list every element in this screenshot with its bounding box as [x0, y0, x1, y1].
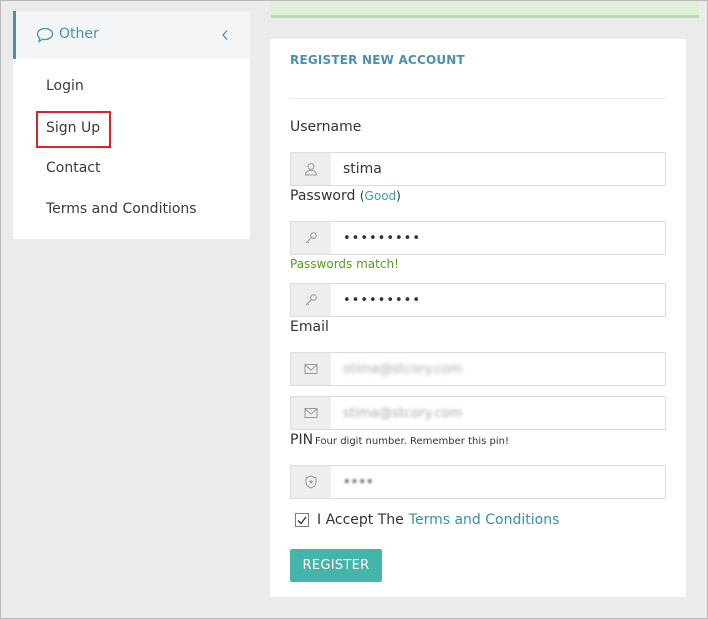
username-label: Username — [290, 119, 362, 135]
email-input[interactable] — [331, 353, 665, 385]
password-input[interactable] — [331, 222, 665, 254]
success-alert-strip — [271, 1, 699, 18]
sidebar-section-other[interactable]: Other — [13, 11, 250, 59]
chevron-left-icon[interactable] — [221, 29, 229, 41]
sidebar-item-terms[interactable]: Terms and Conditions — [46, 201, 197, 217]
accept-terms-checkbox[interactable] — [295, 513, 309, 527]
register-card: REGISTER NEW ACCOUNT Username Password (… — [270, 39, 686, 597]
accept-terms-text: I Accept The — [317, 512, 404, 528]
pin-input-group — [290, 465, 666, 499]
envelope-icon — [291, 353, 331, 385]
accept-terms-row: I Accept The Terms and Conditions — [295, 511, 559, 529]
passwords-match-message: Passwords match! — [290, 257, 399, 271]
strength-close: ) — [396, 189, 401, 203]
sidebar: Other Login Sign Up Contact Terms and Co… — [13, 11, 250, 239]
terms-link[interactable]: Terms and Conditions — [409, 512, 560, 528]
password-input-group — [290, 221, 666, 255]
password-label: Password — [290, 188, 356, 204]
pin-label: PIN — [290, 432, 314, 448]
confirm-email-input[interactable] — [331, 397, 665, 429]
username-input-group — [290, 152, 666, 186]
form-title: REGISTER NEW ACCOUNT — [290, 53, 465, 67]
password-label-row: Password (Good) — [290, 188, 401, 204]
email-label: Email — [290, 319, 329, 335]
user-icon — [291, 153, 331, 185]
pin-hint: Four digit number. Remember this pin! — [315, 436, 509, 447]
sidebar-item-contact[interactable]: Contact — [46, 160, 100, 176]
register-button[interactable]: REGISTER — [290, 549, 382, 582]
window-frame: Other Login Sign Up Contact Terms and Co… — [0, 0, 708, 619]
email-input-group — [290, 352, 666, 386]
pin-label-row: PIN Four digit number. Remember this pin! — [290, 432, 509, 448]
shield-icon — [291, 466, 331, 498]
sidebar-header-label: Other — [59, 26, 99, 42]
key-icon — [291, 284, 331, 316]
checkmark-icon — [297, 516, 307, 525]
confirm-password-input-group — [290, 283, 666, 317]
pin-input[interactable] — [331, 466, 665, 498]
divider — [290, 98, 666, 99]
envelope-icon — [291, 397, 331, 429]
confirm-password-input[interactable] — [331, 284, 665, 316]
key-icon — [291, 222, 331, 254]
sidebar-item-sign-up[interactable]: Sign Up — [36, 111, 111, 148]
chat-bubble-icon — [36, 27, 54, 43]
password-strength: Good — [364, 189, 397, 203]
sidebar-item-login[interactable]: Login — [46, 78, 84, 94]
confirm-email-input-group — [290, 396, 666, 430]
username-input[interactable] — [331, 153, 665, 185]
